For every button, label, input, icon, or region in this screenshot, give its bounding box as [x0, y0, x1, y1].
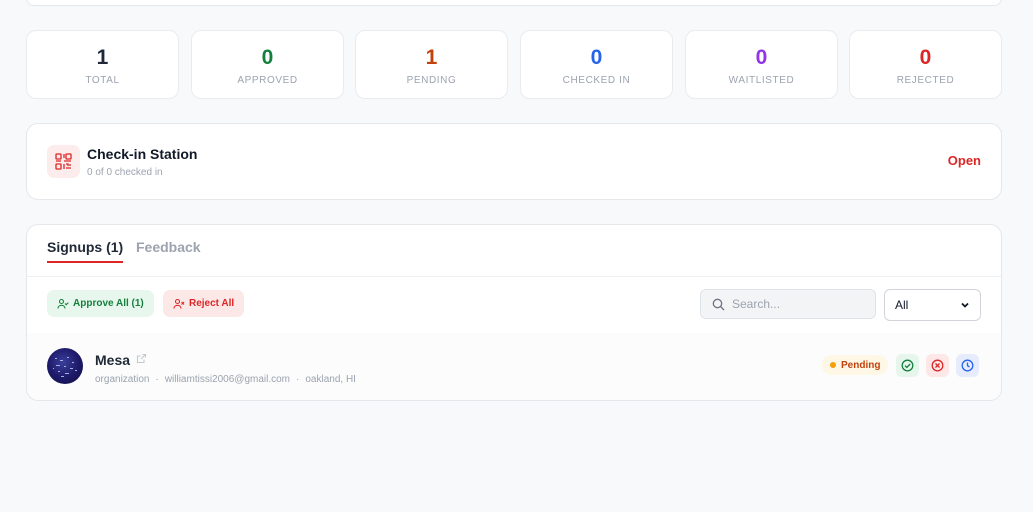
stat-rejected-label: REJECTED — [896, 75, 955, 86]
chevron-down-icon — [961, 302, 969, 308]
stat-rejected: 0 REJECTED — [849, 30, 1002, 99]
checkin-station-card: Check-in Station 0 of 0 checked in Open — [26, 123, 1002, 200]
tab-bar: Signups (1) Feedback — [27, 225, 1001, 277]
stat-pending-label: PENDING — [406, 75, 457, 86]
status-filter-value: All — [895, 298, 909, 312]
signup-name: Mesa — [95, 352, 131, 368]
meta-separator: · — [296, 374, 300, 385]
signup-row[interactable]: Mesa organization · williamtissi2006@gma… — [27, 333, 1001, 400]
check-circle-icon — [901, 359, 914, 372]
status-label: Pending — [841, 359, 881, 371]
open-checkin-link[interactable]: Open — [948, 153, 981, 168]
tab-signups[interactable]: Signups (1) — [47, 239, 124, 263]
stat-checked-in-label: CHECKED IN — [562, 75, 631, 86]
signup-location: oakland, HI — [305, 374, 356, 385]
stat-waitlisted-label: WAITLISTED — [728, 75, 795, 86]
external-link-icon[interactable] — [136, 353, 147, 364]
stat-total-value: 1 — [96, 46, 109, 69]
user-check-icon — [57, 298, 69, 309]
signups-panel: Signups (1) Feedback Approve All (1) Rej… — [26, 224, 1002, 401]
search-icon — [712, 298, 725, 311]
stat-rejected-value: 0 — [919, 46, 932, 69]
meta-separator: · — [155, 374, 159, 385]
signups-toolbar: Approve All (1) Reject All All — [27, 277, 1001, 333]
checkin-title: Check-in Station — [87, 146, 198, 162]
previous-card — [26, 0, 1002, 6]
reject-all-label: Reject All — [189, 298, 235, 309]
stat-total-label: TOTAL — [85, 75, 120, 86]
checkin-subtitle: 0 of 0 checked in — [87, 167, 163, 178]
approve-all-label: Approve All (1) — [73, 298, 144, 309]
approve-button[interactable] — [896, 354, 919, 377]
stat-pending-value: 1 — [425, 46, 438, 69]
stats-row: 1 TOTAL 0 APPROVED 1 PENDING 0 CHECKED I… — [26, 30, 1002, 99]
stat-approved-label: APPROVED — [237, 75, 298, 86]
stat-total: 1 TOTAL — [26, 30, 179, 99]
user-x-icon — [173, 298, 185, 309]
approve-all-button[interactable]: Approve All (1) — [47, 290, 154, 317]
clock-icon — [961, 359, 974, 372]
signup-email: williamtissi2006@gmail.com — [164, 374, 291, 385]
waitlist-button[interactable] — [956, 354, 979, 377]
stat-approved: 0 APPROVED — [191, 30, 344, 99]
tab-feedback[interactable]: Feedback — [136, 239, 201, 255]
status-badge: Pending — [822, 355, 889, 375]
stat-waitlisted: 0 WAITLISTED — [685, 30, 838, 99]
reject-all-button[interactable]: Reject All — [163, 290, 245, 317]
qr-code-icon — [47, 145, 80, 178]
search-box — [700, 289, 876, 319]
x-circle-icon — [931, 359, 944, 372]
status-filter-select[interactable]: All — [884, 289, 981, 321]
search-input[interactable] — [732, 290, 872, 318]
stat-waitlisted-value: 0 — [755, 46, 768, 69]
stat-approved-value: 0 — [261, 46, 274, 69]
signup-type: organization — [95, 374, 150, 385]
stat-checked-in-value: 0 — [590, 46, 603, 69]
stat-checked-in: 0 CHECKED IN — [520, 30, 673, 99]
status-dot — [830, 362, 836, 368]
avatar — [47, 348, 83, 384]
reject-button[interactable] — [926, 354, 949, 377]
stat-pending: 1 PENDING — [355, 30, 508, 99]
signup-meta: organization · williamtissi2006@gmail.co… — [95, 374, 356, 385]
